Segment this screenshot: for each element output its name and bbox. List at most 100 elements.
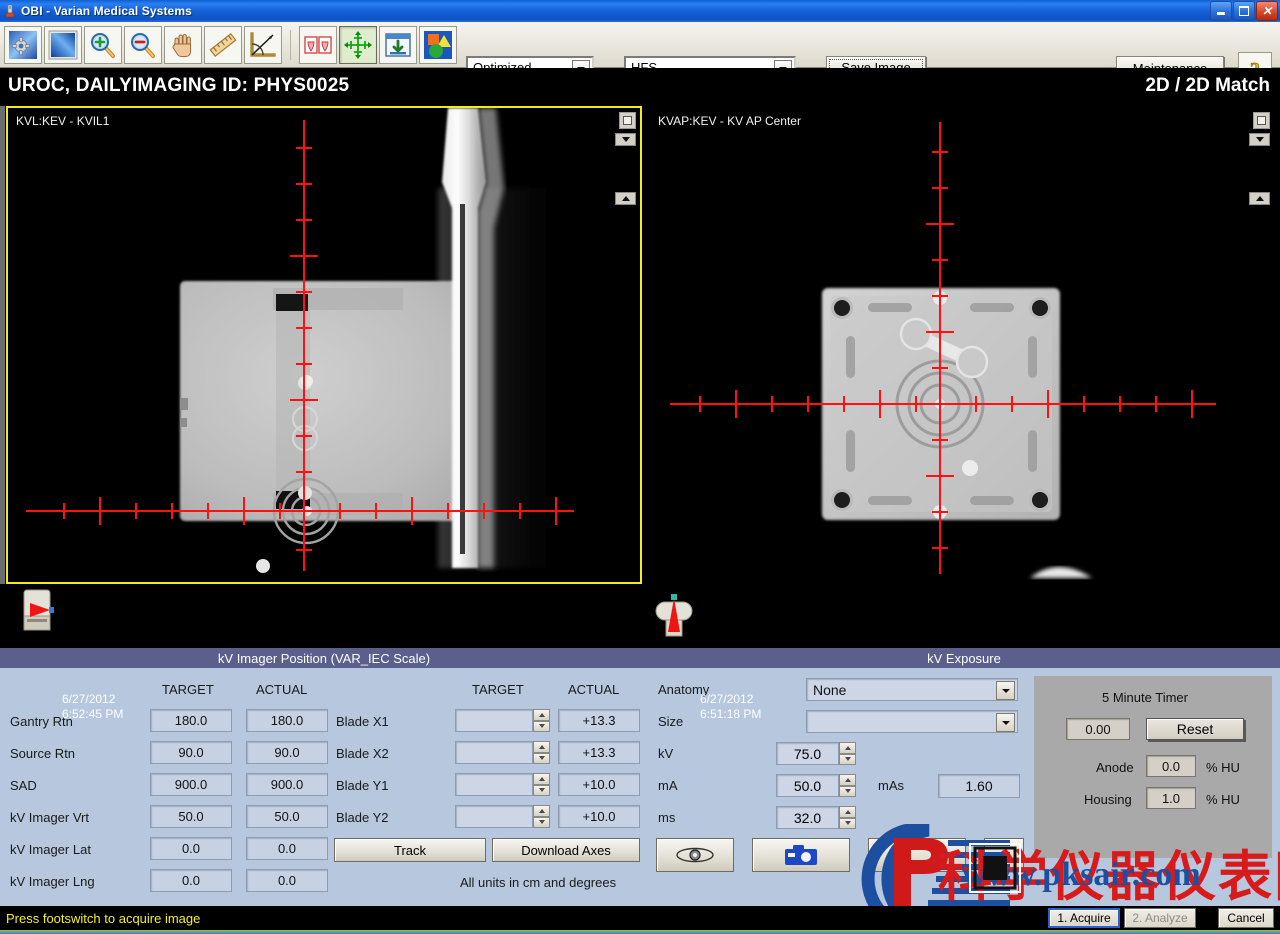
- lateral-xray-image: [8, 108, 640, 582]
- stepper-down-icon[interactable]: [533, 720, 550, 732]
- acquire-step-button[interactable]: 1. Acquire: [1048, 908, 1120, 928]
- zoom-in-icon[interactable]: [84, 25, 122, 64]
- acquire-image-button[interactable]: [752, 838, 850, 872]
- blade-actual-y2: +10.0: [558, 805, 640, 828]
- download-axes-button[interactable]: Download Axes: [492, 838, 640, 862]
- timer-reset-button[interactable]: Reset: [1146, 718, 1244, 740]
- stepper-down-icon[interactable]: [533, 784, 550, 796]
- axis-target-gantry-rtn: 180.0: [150, 709, 232, 732]
- match-mode-label: 2D / 2D Match: [1145, 75, 1270, 96]
- blade-target-x1-stepper[interactable]: [455, 709, 550, 732]
- kv-value[interactable]: 75.0: [776, 742, 839, 765]
- blade-target-y2-value[interactable]: [455, 805, 533, 828]
- ms-stepper[interactable]: 32.0: [776, 806, 856, 829]
- stepper-up-icon[interactable]: [533, 709, 550, 721]
- restore-button[interactable]: [1233, 1, 1255, 21]
- angle-icon[interactable]: [244, 25, 282, 64]
- viewport-left-controls: [615, 112, 636, 205]
- viewport-right-ap[interactable]: KVAP:KEV - KV AP Center: [648, 106, 1276, 584]
- stepper-up-icon[interactable]: [839, 806, 856, 818]
- axis-actual-kv-imager-lng: 0.0: [246, 869, 328, 892]
- ruler-icon[interactable]: [204, 25, 242, 64]
- ap-date: 6/27/2012: [700, 692, 754, 706]
- stepper-up-icon[interactable]: [533, 773, 550, 785]
- ap-beam-icon: [655, 594, 693, 637]
- stepper-down-icon[interactable]: [533, 816, 550, 828]
- import-image-icon[interactable]: [379, 25, 417, 64]
- blade-label-x1: Blade X1: [336, 714, 389, 729]
- imager-position-header: kV Imager Position (VAR_IEC Scale): [0, 648, 648, 668]
- exposure-extra-button-2[interactable]: [984, 838, 1024, 872]
- obi-application-window: OBI - Varian Medical Systems ✕ Optimized…: [0, 0, 1280, 934]
- zoom-out-icon[interactable]: [124, 25, 162, 64]
- settings-icon[interactable]: [4, 25, 42, 64]
- stepper-down-icon[interactable]: [839, 753, 856, 765]
- axes-actual-header: ACTUAL: [256, 682, 308, 697]
- blade-target-x2-spin[interactable]: [533, 741, 550, 764]
- axis-actual-source-rtn: 90.0: [246, 741, 328, 764]
- size-select[interactable]: [806, 710, 1018, 733]
- blade-target-y1-stepper[interactable]: [455, 773, 550, 796]
- anatomy-select[interactable]: None: [806, 678, 1018, 701]
- ma-value[interactable]: 50.0: [776, 774, 839, 797]
- pan-hand-icon[interactable]: [164, 25, 202, 64]
- blade-target-y1-spin[interactable]: [533, 773, 550, 796]
- maximize-viewport-icon[interactable]: [1253, 112, 1270, 129]
- stepper-up-icon[interactable]: [533, 805, 550, 817]
- stepper-up-icon[interactable]: [533, 741, 550, 753]
- fluoro-button[interactable]: [656, 838, 734, 872]
- close-button[interactable]: ✕: [1256, 1, 1278, 21]
- axis-target-kv-imager-lng: 0.0: [150, 869, 232, 892]
- ma-spin[interactable]: [839, 774, 856, 797]
- lateral-date: 6/27/2012: [62, 692, 116, 706]
- ms-spin[interactable]: [839, 806, 856, 829]
- blade-target-x2-value[interactable]: [455, 741, 533, 764]
- blade-target-y2-stepper[interactable]: [455, 805, 550, 828]
- stepper-up-icon[interactable]: [839, 774, 856, 786]
- stepper-down-icon[interactable]: [839, 817, 856, 829]
- ma-label: mA: [658, 778, 678, 793]
- lateral-timestamp: 6/27/2012 6:52:45 PM: [62, 692, 123, 722]
- kv-spin[interactable]: [839, 742, 856, 765]
- viewport-right-label: KVAP:KEV - KV AP Center: [658, 114, 801, 128]
- kv-stepper[interactable]: 75.0: [776, 742, 856, 765]
- ms-label: ms: [658, 810, 676, 825]
- stepper-down-icon[interactable]: [533, 752, 550, 764]
- blade-target-x1-spin[interactable]: [533, 709, 550, 732]
- axis-label-sad: SAD: [10, 778, 37, 793]
- viewport-scroll-down-icon[interactable]: [615, 133, 636, 146]
- blade-actual-x2: +13.3: [558, 741, 640, 764]
- ms-value[interactable]: 32.0: [776, 806, 839, 829]
- viewport-scroll-up-icon[interactable]: [615, 192, 636, 205]
- lateral-beam-icon: [23, 589, 54, 631]
- axis-label-kv-imager-lat: kV Imager Lat: [10, 842, 91, 857]
- compare-images-icon[interactable]: [299, 25, 337, 64]
- window-level-icon[interactable]: [44, 25, 82, 64]
- toolbar-group-view: [295, 25, 461, 64]
- maximize-viewport-icon[interactable]: [619, 112, 636, 129]
- minimize-button[interactable]: [1210, 1, 1232, 21]
- overlay-shapes-icon[interactable]: [419, 25, 457, 64]
- viewport-scroll-down-icon[interactable]: [1249, 133, 1270, 146]
- cancel-button[interactable]: Cancel: [1218, 908, 1274, 928]
- viewport-scroll-gutter[interactable]: [0, 106, 5, 584]
- viewport-scroll-up-icon[interactable]: [1249, 192, 1270, 205]
- units-note: All units in cm and degrees: [460, 875, 617, 890]
- anode-value: 0.0: [1146, 755, 1196, 777]
- viewport-left-lateral[interactable]: KVL:KEV - KVIL1: [6, 106, 642, 584]
- stepper-down-icon[interactable]: [839, 785, 856, 797]
- blade-target-x1-value[interactable]: [455, 709, 533, 732]
- blade-target-y1-value[interactable]: [455, 773, 533, 796]
- chevron-down-icon[interactable]: [996, 713, 1015, 732]
- exposure-extra-button-1[interactable]: [868, 838, 966, 872]
- size-label: Size: [658, 714, 684, 729]
- ma-stepper[interactable]: 50.0: [776, 774, 856, 797]
- blade-target-y2-spin[interactable]: [533, 805, 550, 828]
- axis-actual-gantry-rtn: 180.0: [246, 709, 328, 732]
- track-button[interactable]: Track: [334, 838, 486, 862]
- crosshair-move-icon[interactable]: [339, 25, 377, 64]
- chevron-down-icon[interactable]: [996, 681, 1015, 700]
- blade-target-x2-stepper[interactable]: [455, 741, 550, 764]
- stepper-up-icon[interactable]: [839, 742, 856, 754]
- windows-taskbar-sliver: [0, 930, 1280, 934]
